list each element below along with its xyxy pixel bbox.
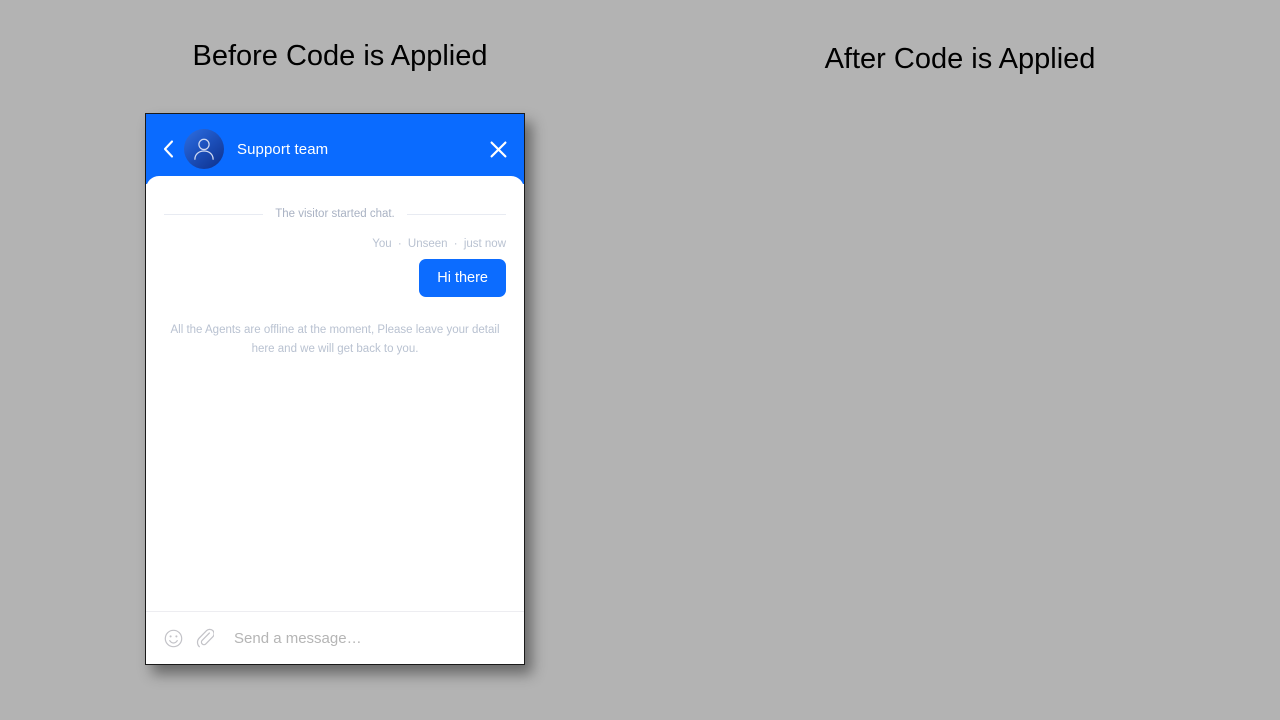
emoji-smiley-icon[interactable] <box>162 627 184 649</box>
before-panel-group: Before Code is Applied Support team The … <box>0 0 680 720</box>
meta-author: You <box>372 238 392 250</box>
message-input-before[interactable] <box>234 629 508 647</box>
message-meta-before: You · Unseen · just now <box>164 238 506 250</box>
message-bubble: Hi there <box>419 259 506 297</box>
before-caption: Before Code is Applied <box>192 40 488 72</box>
message-list-before[interactable]: The visitor started chat. You · Unseen ·… <box>146 176 524 611</box>
paperclip-attach-icon[interactable] <box>194 627 216 649</box>
chat-widget-before: Support team The visitor started chat. Y… <box>145 113 525 665</box>
divider-line-right <box>406 213 506 215</box>
offline-notice-before: All the Agents are offline at the moment… <box>170 324 500 355</box>
chat-header-before: Support team <box>146 114 524 184</box>
after-panel-group: After Code is Applied Support team <box>640 0 1280 720</box>
chat-title-before: Support team <box>237 140 329 158</box>
system-divider-label: The visitor started chat. <box>275 208 395 220</box>
chevron-left-icon[interactable] <box>158 137 178 161</box>
meta-separator-1: · <box>397 238 402 250</box>
close-x-icon[interactable] <box>486 137 510 161</box>
message-row-before: Hi there <box>164 259 506 297</box>
system-divider-before: The visitor started chat. <box>164 208 506 220</box>
meta-status: Unseen <box>407 238 448 250</box>
meta-time: just now <box>463 238 506 250</box>
after-caption: After Code is Applied <box>824 43 1096 75</box>
divider-line-left <box>164 213 264 215</box>
person-avatar-icon <box>184 129 224 169</box>
chat-body-before: The visitor started chat. You · Unseen ·… <box>146 176 524 664</box>
composer-before <box>146 611 524 664</box>
meta-separator-2: · <box>453 238 458 250</box>
